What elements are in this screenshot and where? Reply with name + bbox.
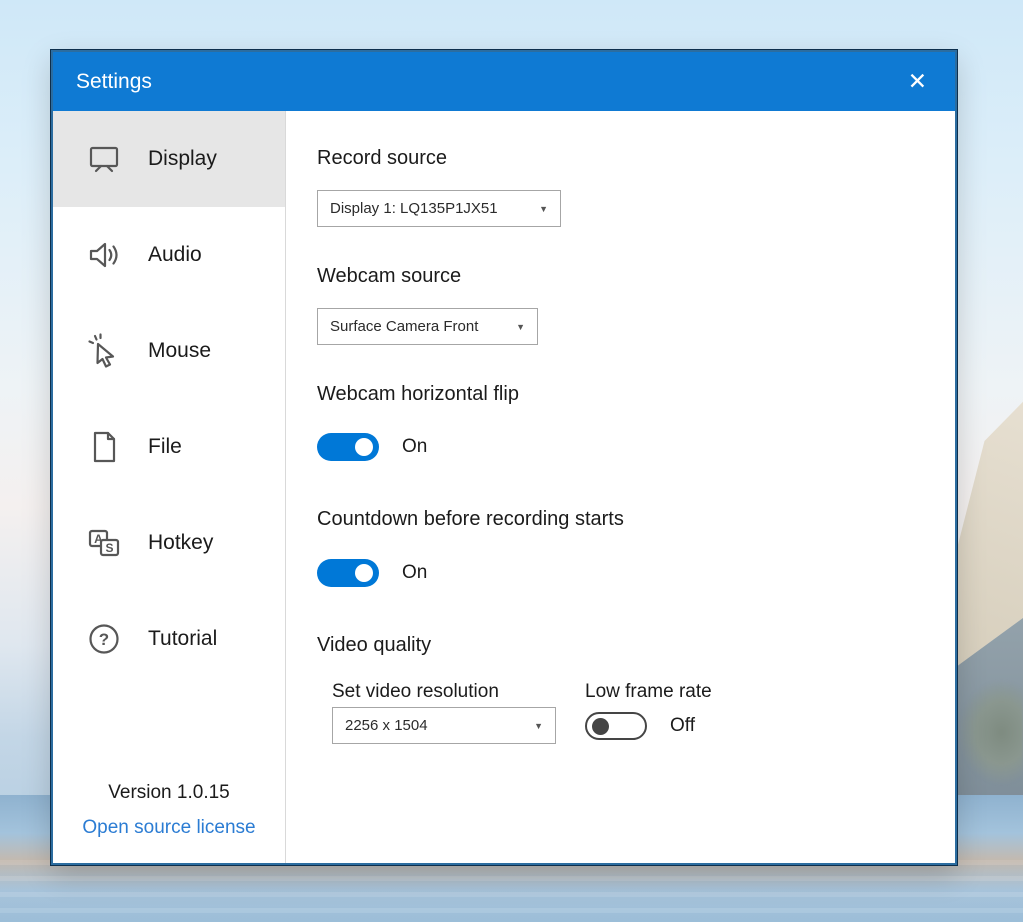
low-frame-rate-toggle[interactable] (585, 712, 647, 740)
close-icon[interactable]: ✕ (900, 66, 935, 97)
low-frame-rate-state-label: Off (670, 715, 695, 737)
toggle-knob (355, 564, 373, 582)
resolution-label: Set video resolution (332, 679, 556, 705)
webcam-flip-heading: Webcam horizontal flip (317, 381, 935, 408)
monitor-icon (84, 139, 124, 179)
hotkey-keys-icon: A S (84, 523, 124, 563)
video-quality-row: Set video resolution 2256 x 1504 ▼ Low f… (332, 679, 935, 744)
webcam-source-value: Surface Camera Front (330, 318, 506, 335)
sidebar-item-label: Hotkey (148, 531, 213, 555)
sidebar-item-label: Tutorial (148, 627, 217, 651)
chevron-down-icon: ▼ (534, 721, 543, 731)
svg-text:?: ? (99, 630, 109, 649)
sidebar-item-label: Display (148, 147, 217, 171)
video-quality-heading: Video quality (317, 632, 935, 659)
chevron-down-icon: ▼ (516, 322, 525, 332)
wallpaper-bushes (951, 680, 1023, 785)
mouse-cursor-icon (84, 331, 124, 371)
window-title: Settings (76, 70, 900, 94)
record-source-dropdown[interactable]: Display 1: LQ135P1JX51 ▼ (317, 190, 561, 227)
help-circle-icon: ? (84, 619, 124, 659)
webcam-flip-row: On (317, 433, 935, 461)
svg-text:S: S (105, 541, 113, 555)
toggle-knob (592, 718, 609, 735)
chevron-down-icon: ▼ (539, 204, 548, 214)
sidebar-item-hotkey[interactable]: A S Hotkey (53, 495, 285, 591)
sidebar-item-display[interactable]: Display (53, 111, 285, 207)
webcam-flip-state-label: On (402, 436, 427, 458)
countdown-heading: Countdown before recording starts (317, 506, 935, 533)
file-icon (84, 427, 124, 467)
resolution-value: 2256 x 1504 (345, 717, 524, 734)
settings-window: Settings ✕ Display (51, 50, 957, 865)
low-frame-rate-column: Low frame rate Off (585, 679, 712, 744)
speaker-icon (84, 235, 124, 275)
webcam-flip-toggle[interactable] (317, 433, 379, 461)
settings-panel-display: Record source Display 1: LQ135P1JX51 ▼ W… (286, 111, 955, 863)
webcam-source-dropdown[interactable]: Surface Camera Front ▼ (317, 308, 538, 345)
low-frame-rate-label: Low frame rate (585, 679, 712, 705)
sidebar-item-tutorial[interactable]: ? Tutorial (53, 591, 285, 687)
version-text: Version 1.0.15 (53, 782, 285, 804)
open-source-license-link[interactable]: Open source license (53, 817, 285, 839)
sidebar-item-label: Mouse (148, 339, 211, 363)
toggle-knob (355, 438, 373, 456)
sidebar-item-file[interactable]: File (53, 399, 285, 495)
record-source-heading: Record source (317, 145, 935, 172)
webcam-source-heading: Webcam source (317, 263, 935, 290)
titlebar[interactable]: Settings ✕ (53, 52, 955, 111)
sidebar-item-mouse[interactable]: Mouse (53, 303, 285, 399)
sidebar-item-label: File (148, 435, 182, 459)
sidebar-footer: Version 1.0.15 Open source license (53, 782, 285, 863)
countdown-row: On (317, 559, 935, 587)
sidebar: Display Audio (53, 111, 286, 863)
record-source-value: Display 1: LQ135P1JX51 (330, 200, 529, 217)
sidebar-item-audio[interactable]: Audio (53, 207, 285, 303)
countdown-state-label: On (402, 562, 427, 584)
sidebar-item-label: Audio (148, 243, 202, 267)
wallpaper-water-ripples (0, 860, 1023, 922)
window-body: Display Audio (53, 111, 955, 863)
resolution-dropdown[interactable]: 2256 x 1504 ▼ (332, 707, 556, 744)
countdown-toggle[interactable] (317, 559, 379, 587)
wallpaper-sand-dune (953, 385, 1023, 665)
resolution-column: Set video resolution 2256 x 1504 ▼ (332, 679, 556, 744)
low-frame-rate-row: Off (585, 712, 712, 740)
